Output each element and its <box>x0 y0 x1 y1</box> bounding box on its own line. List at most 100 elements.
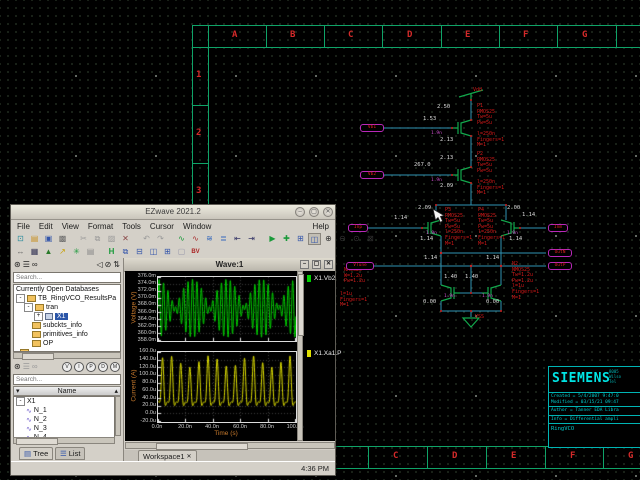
hierarchy-icon[interactable]: ⊛ <box>14 362 21 371</box>
wave-vertical-scrollbar[interactable] <box>297 271 303 441</box>
port-inm[interactable]: Inm <box>548 224 568 232</box>
redo-icon[interactable]: ↷ <box>154 233 167 245</box>
hierarchy-icon[interactable]: ⊛ <box>14 260 21 269</box>
tile-vertical-icon[interactable]: ◫ <box>147 246 160 258</box>
tab-list[interactable]: ☰ List <box>55 447 85 460</box>
table-icon[interactable]: ⊞ <box>294 233 307 245</box>
menu-window[interactable]: Window <box>183 222 211 231</box>
print-icon[interactable]: ▩ <box>56 233 69 245</box>
ezwave-window[interactable]: EZwave 2021.2 – ▢ ✕ File Edit View Forma… <box>10 204 336 476</box>
filter-digital-icon[interactable]: D <box>98 362 108 372</box>
report-icon[interactable]: ▤ <box>84 246 97 258</box>
filter-current-icon[interactable]: I <box>74 362 84 372</box>
menu-help[interactable]: Help <box>313 222 329 231</box>
tree-item-tran[interactable]: - tran <box>14 303 120 312</box>
cursor-green-icon[interactable]: ✳ <box>70 246 83 258</box>
expander-icon[interactable]: - <box>24 303 33 312</box>
previous-edge-icon[interactable]: ⇤ <box>231 233 244 245</box>
select-region-icon[interactable]: ▢ <box>175 246 188 258</box>
voltage-plot[interactable] <box>157 276 297 342</box>
stack-windows-icon[interactable]: ⧉ <box>119 246 132 258</box>
list-view-icon[interactable]: ☰ <box>23 260 30 269</box>
legend-label-voltage[interactable]: X1.Vb2 <box>314 275 335 282</box>
minimize-button[interactable]: – <box>295 207 305 217</box>
expander-icon[interactable]: - <box>16 397 25 406</box>
zoom-full-icon[interactable]: ⊙ <box>350 233 363 245</box>
cursor-yellow-icon[interactable]: ↗ <box>56 246 69 258</box>
workspace-close-icon[interactable]: ✕ <box>187 453 192 460</box>
add-signal-icon[interactable]: ∿ <box>175 233 188 245</box>
wave-plot-area[interactable]: 376.0m 374.0m 372.0m 370.0m 368.0m 366.0… <box>125 271 335 441</box>
signal-item[interactable]: ∿N_3 <box>14 424 114 433</box>
port-outn[interactable]: OutN <box>548 249 572 257</box>
tree-item-subckts[interactable]: subckts_info <box>14 321 120 330</box>
ezwave-title-bar[interactable]: EZwave 2021.2 – ▢ ✕ <box>11 205 335 220</box>
link-icon[interactable]: ∞ <box>32 260 38 269</box>
expander-icon[interactable]: + <box>34 312 43 321</box>
wave-window[interactable]: Wave:1 – ▢ ✕ 376.0m 374.0m 372.0m 370.0m… <box>124 258 335 461</box>
copy-icon[interactable]: ⧉ <box>91 233 104 245</box>
voltage-waveform-canvas[interactable] <box>158 277 296 341</box>
delete-icon[interactable]: ✕ <box>119 233 132 245</box>
new-window-icon[interactable]: ⊡ <box>14 233 27 245</box>
paste-icon[interactable]: ▨ <box>105 233 118 245</box>
tab-tree[interactable]: ▤ Tree <box>19 447 53 460</box>
menu-view[interactable]: View <box>62 222 79 231</box>
signal-list[interactable]: - X1 ∿N_1 ∿N_2 ∿N_3 ∿N_4 <box>13 396 115 438</box>
close-button[interactable]: ✕ <box>323 207 333 217</box>
bitview-icon[interactable]: BV <box>189 246 202 258</box>
wave-restore-button[interactable]: ▢ <box>312 260 321 269</box>
marker-icon[interactable]: ✚ <box>280 233 293 245</box>
zoom-in-icon[interactable]: ⊕ <box>322 233 335 245</box>
filter-power-icon[interactable]: P <box>86 362 96 372</box>
current-waveform-canvas[interactable] <box>158 352 296 422</box>
expander-icon[interactable]: - <box>16 294 25 303</box>
chart-icon[interactable]: ▲ <box>42 246 55 258</box>
bus-signal-icon[interactable]: ≣ <box>217 233 230 245</box>
sort-ascending-icon[interactable]: ▴ <box>112 387 120 395</box>
next-edge-icon[interactable]: ⇥ <box>245 233 258 245</box>
current-plot[interactable] <box>157 351 297 423</box>
wave-close-button[interactable]: ✕ <box>324 260 333 269</box>
overlay-signal-icon[interactable]: ≋ <box>203 233 216 245</box>
transistor-p1[interactable] <box>452 120 471 136</box>
sort-icon[interactable]: ⇅ <box>113 260 120 269</box>
port-inp[interactable]: Inp <box>348 224 368 232</box>
collapse-icon[interactable]: ◁ <box>96 260 102 269</box>
legend-label-current[interactable]: X1.Xa1.P <box>314 350 341 357</box>
wave-minimize-button[interactable]: – <box>300 260 309 269</box>
tree-item-primitives[interactable]: primitives_info <box>14 330 120 339</box>
signal-list-header[interactable]: ▾ Name ▴ <box>13 386 121 396</box>
signal-item[interactable]: ∿N_1 <box>14 406 114 415</box>
tree-item-database[interactable]: - TB_RingVCO_ResultsPa <box>14 294 120 303</box>
save-icon[interactable]: ▣ <box>42 233 55 245</box>
signal-item[interactable]: ∿N_2 <box>14 415 114 424</box>
open-icon[interactable]: ▤ <box>28 233 41 245</box>
split-view-icon[interactable]: ◫ <box>308 233 321 245</box>
database-tree[interactable]: Currently Open Databases - TB_RingVCO_Re… <box>13 284 121 352</box>
filter-voltage-icon[interactable]: V <box>62 362 72 372</box>
maximize-button[interactable]: ▢ <box>309 207 319 217</box>
menu-format[interactable]: Format <box>88 222 113 231</box>
zoom-out-icon[interactable]: ⊖ <box>336 233 349 245</box>
port-vb1[interactable]: Vb1 <box>360 124 384 132</box>
drop-signal-icon[interactable]: ∿ <box>189 233 202 245</box>
port-vb2[interactable]: Vb2 <box>360 171 384 179</box>
list-view-icon[interactable]: ☰ <box>23 362 30 371</box>
signal-root[interactable]: - X1 <box>14 397 114 406</box>
tree-item-x1[interactable]: + X1 <box>14 312 120 321</box>
link-icon[interactable]: ∞ <box>32 362 38 371</box>
header-dropdown-icon[interactable]: ▾ <box>14 387 22 395</box>
tree-horizontal-scrollbar[interactable] <box>13 352 121 359</box>
menu-file[interactable]: File <box>17 222 30 231</box>
tile-grid-icon[interactable]: ⊞ <box>161 246 174 258</box>
wave-horizontal-scrollbar[interactable] <box>125 442 335 449</box>
menu-tools[interactable]: Tools <box>122 222 141 231</box>
measure-icon[interactable]: H <box>105 246 118 258</box>
snapshot-icon[interactable]: ▦ <box>28 246 41 258</box>
undo-icon[interactable]: ↶ <box>140 233 153 245</box>
zoom-box-icon[interactable]: ⊠ <box>364 233 377 245</box>
signal-search-input[interactable] <box>13 374 121 385</box>
menu-edit[interactable]: Edit <box>39 222 53 231</box>
tree-item-op[interactable]: OP <box>14 339 120 348</box>
